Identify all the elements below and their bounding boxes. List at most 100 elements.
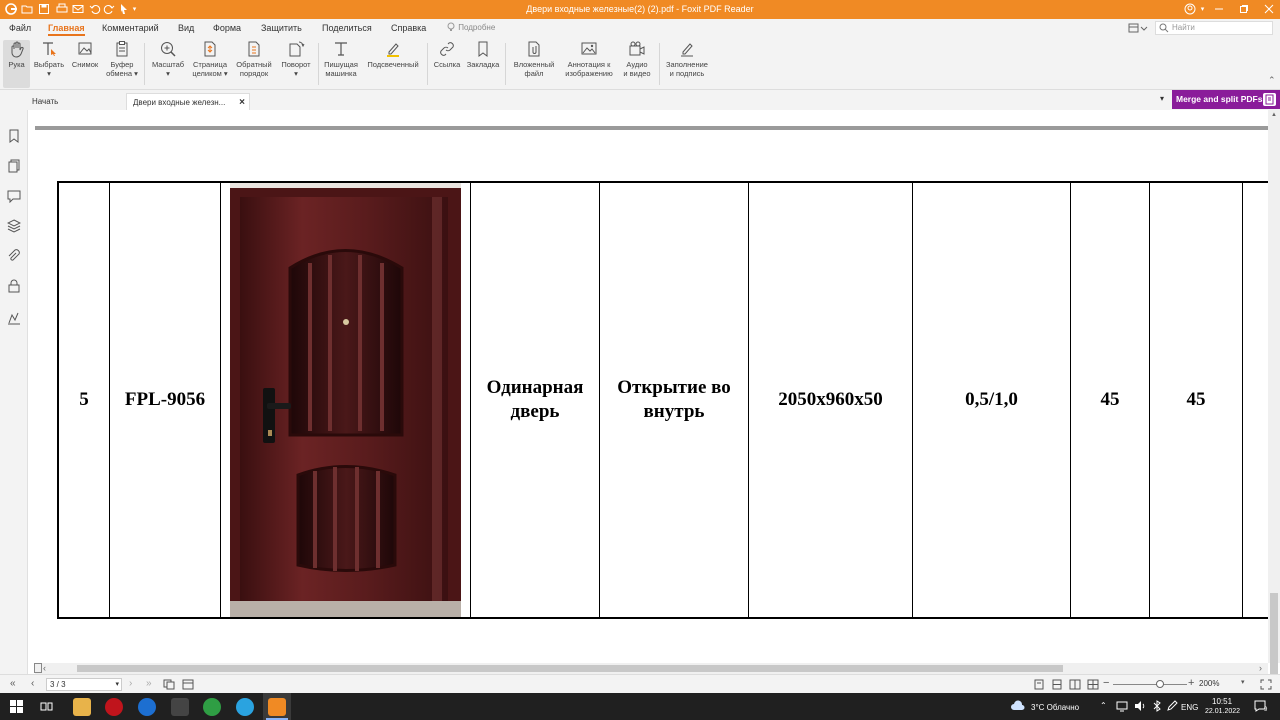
menu-help[interactable]: Справка: [391, 23, 426, 33]
clock-time[interactable]: 10:51: [1212, 697, 1232, 706]
vertical-scrollbar[interactable]: ▲: [1268, 110, 1280, 683]
account-icon[interactable]: [1183, 3, 1196, 16]
close-window-icon[interactable]: [1262, 3, 1275, 16]
reverse-order-button[interactable]: Обратный порядок: [234, 40, 274, 88]
scroll-right-icon[interactable]: ›: [1259, 663, 1262, 673]
tell-me-field[interactable]: Подробне: [446, 22, 495, 35]
file-explorer-icon[interactable]: [73, 698, 91, 716]
hand-tool-button[interactable]: Рука: [3, 40, 30, 88]
continuous-facing-view-icon[interactable]: [1087, 679, 1099, 690]
zoom-level[interactable]: 200%: [1199, 679, 1219, 688]
attachment-file-icon: [528, 41, 540, 57]
volume-icon[interactable]: [1134, 700, 1146, 712]
close-tab-icon[interactable]: ×: [239, 97, 245, 108]
clock-date[interactable]: 22.01.2022: [1205, 708, 1240, 715]
tab-list-dropdown-icon[interactable]: ▾: [1160, 94, 1164, 103]
select-text-icon: [43, 42, 56, 56]
zoom-slider-handle[interactable]: [1156, 680, 1164, 688]
signatures-panel-icon[interactable]: [7, 311, 21, 325]
opening-line2: внутрь: [643, 401, 705, 422]
tab-start[interactable]: Начать: [26, 93, 126, 110]
highlight-icon: [387, 43, 399, 57]
attachment-file-button[interactable]: Вложенный файл: [510, 40, 558, 88]
menu-comment[interactable]: Комментарий: [102, 23, 159, 33]
zoom-out-icon[interactable]: −: [1103, 677, 1109, 689]
windows-start-icon[interactable]: [10, 700, 23, 713]
chrome-icon[interactable]: [203, 698, 221, 716]
previous-page-icon[interactable]: ‹: [31, 678, 34, 689]
scroll-left-icon[interactable]: ‹: [43, 663, 46, 673]
weather-text[interactable]: 3°C Облачно: [1031, 703, 1079, 712]
menu-view[interactable]: Вид: [178, 23, 194, 33]
tray-expand-icon[interactable]: ⌃: [1100, 701, 1107, 710]
ribbon-label: ▾: [47, 69, 51, 78]
tab-document[interactable]: Двери входные железн... ×: [126, 93, 250, 110]
page-number-field[interactable]: 3 / 3 ▾: [46, 678, 122, 691]
ribbon-label: ▾: [294, 69, 298, 78]
search-field[interactable]: Найти: [1155, 21, 1273, 35]
typewriter-button[interactable]: Пишущая машинка: [322, 40, 360, 88]
bookmark-button[interactable]: Закладка: [465, 40, 501, 88]
task-view-icon[interactable]: [40, 700, 53, 713]
pen-icon[interactable]: [1166, 700, 1178, 712]
merge-split-promo-button[interactable]: Merge and split PDFs: [1172, 90, 1280, 109]
attachments-panel-icon[interactable]: [7, 249, 21, 263]
weather-cloud-icon[interactable]: [1010, 700, 1026, 712]
telegram-icon[interactable]: [236, 698, 254, 716]
select-tool-button[interactable]: Выбрать ▾: [32, 40, 66, 88]
pages-panel-icon[interactable]: [7, 159, 21, 173]
layout-options-icon[interactable]: [1128, 22, 1150, 34]
menu-protect[interactable]: Защитить: [261, 23, 302, 33]
bluetooth-icon[interactable]: [1151, 700, 1163, 712]
security-panel-icon[interactable]: [7, 279, 21, 293]
rotate-button[interactable]: Поворот ▾: [278, 40, 314, 88]
horizontal-scroll-thumb[interactable]: [77, 665, 1063, 672]
network-icon[interactable]: [1116, 700, 1128, 712]
scroll-up-icon[interactable]: ▲: [1271, 112, 1277, 118]
facing-view-icon[interactable]: [1069, 679, 1081, 690]
vertical-scroll-thumb[interactable]: [1270, 593, 1278, 683]
audio-video-button[interactable]: Аудио и видео: [620, 40, 654, 88]
page-tools-icon[interactable]: [182, 679, 194, 690]
windows-taskbar: 3°C Облачно ⌃ ENG 10:51 22.01.2022 9: [0, 693, 1280, 720]
opera-icon[interactable]: [105, 698, 123, 716]
zoom-button[interactable]: Масштаб ▾: [149, 40, 187, 88]
account-dropdown-icon[interactable]: ▾: [1196, 3, 1209, 16]
menu-form[interactable]: Форма: [213, 23, 241, 33]
horizontal-scrollbar[interactable]: ‹ ›: [35, 663, 1268, 674]
menu-file[interactable]: Файл: [9, 23, 31, 33]
continuous-view-icon[interactable]: [1051, 679, 1063, 690]
zoom-slider[interactable]: [1113, 684, 1187, 685]
layers-panel-icon[interactable]: [6, 219, 22, 233]
insert-pages-icon[interactable]: [163, 679, 175, 690]
fill-sign-button[interactable]: Заполнение и подпись: [662, 40, 712, 88]
highlight-button[interactable]: Подсвеченный: [363, 40, 423, 88]
zoom-in-icon[interactable]: +: [1188, 677, 1194, 689]
minimize-icon[interactable]: [1212, 3, 1225, 16]
image-annotation-button[interactable]: Аннотация к изображению: [561, 40, 617, 88]
collapse-ribbon-icon[interactable]: ⌃: [1268, 75, 1276, 86]
bookmarks-panel-icon[interactable]: [7, 129, 21, 143]
zoom-dropdown-icon[interactable]: ▾: [1241, 678, 1245, 686]
snapshot-button[interactable]: Снимок: [69, 40, 101, 88]
comments-panel-icon[interactable]: [7, 189, 21, 204]
next-page-icon[interactable]: ›: [129, 678, 132, 689]
language-indicator[interactable]: ENG: [1181, 703, 1198, 712]
edge-icon[interactable]: [138, 698, 156, 716]
restore-icon[interactable]: [1237, 3, 1250, 16]
audio-video-icon: [629, 41, 645, 56]
page-dropdown-icon[interactable]: ▾: [115, 679, 119, 690]
foxit-taskbar-button[interactable]: [263, 693, 291, 720]
link-button[interactable]: Ссылка: [432, 40, 462, 88]
last-page-icon[interactable]: »: [146, 678, 152, 689]
single-page-view-icon[interactable]: [1033, 679, 1045, 690]
menu-home[interactable]: Главная: [48, 23, 85, 36]
page-thumbnail-icon[interactable]: [34, 663, 42, 673]
fullscreen-icon[interactable]: [1260, 679, 1272, 690]
menu-share[interactable]: Поделиться: [322, 23, 372, 33]
app-icon[interactable]: [171, 698, 189, 716]
first-page-icon[interactable]: «: [10, 678, 16, 689]
clipboard-button[interactable]: Буфер обмена ▾: [105, 40, 139, 88]
fit-page-button[interactable]: Страница целиком ▾: [190, 40, 230, 88]
fill-sign-icon: [681, 43, 693, 57]
